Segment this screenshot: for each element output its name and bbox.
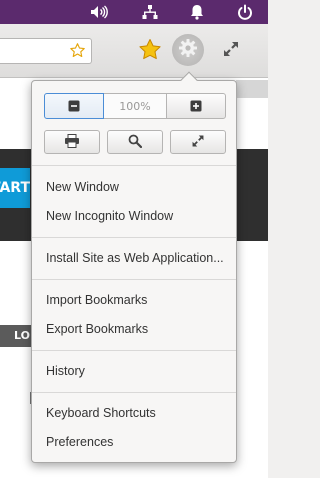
zoom-out-button[interactable]	[44, 93, 104, 119]
zoom-controls: 100%	[44, 93, 226, 119]
start-button-fragment[interactable]: TART	[0, 168, 30, 208]
system-panel	[0, 0, 268, 24]
menu-separator	[32, 237, 236, 238]
menu-item-preferences[interactable]: Preferences	[46, 434, 113, 450]
address-bar[interactable]	[0, 38, 92, 64]
menu-item-keyboard-shortcuts[interactable]: Keyboard Shortcuts	[46, 405, 156, 421]
login-button-fragment[interactable]: LO	[0, 325, 32, 347]
menu-item-new-window[interactable]: New Window	[46, 179, 119, 195]
notification-bell-icon[interactable]	[188, 3, 206, 21]
zoom-level[interactable]: 100%	[104, 93, 166, 119]
menu-item-history[interactable]: History	[46, 363, 85, 379]
bookmark-star-icon[interactable]	[69, 42, 86, 63]
menu-separator	[32, 165, 236, 166]
menu-item-install-web-app[interactable]: Install Site as Web Application...	[46, 250, 224, 266]
fullscreen-button[interactable]	[170, 130, 226, 154]
page-header-strip	[236, 80, 268, 98]
print-icon	[64, 133, 80, 152]
gear-menu-button[interactable]	[172, 34, 204, 66]
find-button[interactable]	[107, 130, 163, 154]
find-icon	[128, 133, 143, 152]
fullscreen-icon[interactable]	[222, 40, 240, 58]
zoom-in-icon	[190, 97, 202, 116]
volume-icon[interactable]	[90, 3, 108, 21]
fullscreen-icon	[191, 133, 205, 152]
browser-menu: 100% New Window New Incognito Window Ins…	[31, 71, 237, 463]
zoom-in-button[interactable]	[166, 93, 226, 119]
menu-separator	[32, 350, 236, 351]
print-button[interactable]	[44, 130, 100, 154]
menu-item-new-incognito-window[interactable]: New Incognito Window	[46, 208, 173, 224]
power-icon[interactable]	[236, 3, 254, 21]
star-icon[interactable]	[138, 38, 162, 62]
zoom-out-icon	[68, 97, 80, 116]
tool-buttons	[44, 130, 226, 154]
menu-item-import-bookmarks[interactable]: Import Bookmarks	[46, 292, 147, 308]
gear-icon	[178, 38, 198, 62]
network-icon[interactable]	[141, 3, 159, 21]
menu-separator	[32, 392, 236, 393]
menu-item-export-bookmarks[interactable]: Export Bookmarks	[46, 321, 148, 337]
menu-separator	[32, 279, 236, 280]
